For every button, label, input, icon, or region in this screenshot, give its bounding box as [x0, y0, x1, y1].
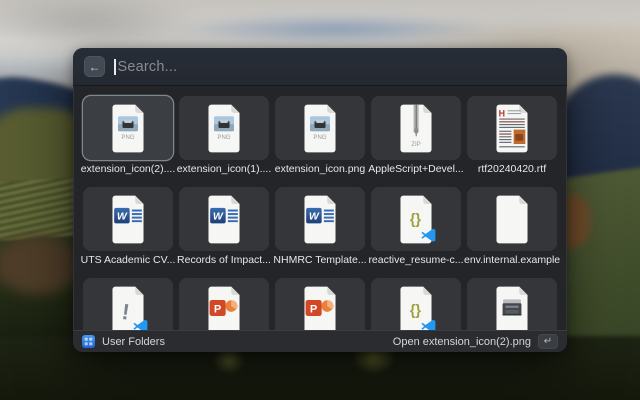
png-file-icon — [108, 103, 148, 154]
png-file-icon — [204, 103, 244, 154]
return-glyph: ↵ — [544, 337, 552, 347]
rtf-file-icon — [492, 103, 532, 154]
file-item[interactable] — [83, 278, 173, 330]
plain-file-icon — [492, 194, 532, 245]
word-file-icon — [300, 194, 340, 245]
alert-code-file-icon — [108, 285, 148, 331]
file-item[interactable] — [179, 278, 269, 330]
file-name: UTS Academic CV... — [80, 254, 176, 267]
primary-action[interactable]: Open extension_icon(2).png ↵ — [393, 334, 558, 349]
file-tile[interactable] — [467, 187, 557, 251]
file-tile[interactable] — [179, 96, 269, 160]
file-name: rtf20240420.rtf — [464, 163, 560, 176]
file-tile[interactable] — [371, 187, 461, 251]
file-name: AppleScript+Devel... — [368, 163, 464, 176]
file-item[interactable]: extension_icon(2).... — [83, 96, 173, 176]
file-tile[interactable] — [83, 96, 173, 160]
file-name: extension_icon(2).... — [80, 163, 176, 176]
file-item[interactable]: extension_icon.png — [275, 96, 365, 176]
file-tile[interactable] — [275, 187, 365, 251]
file-tile[interactable] — [275, 278, 365, 330]
png-file-icon — [300, 103, 340, 154]
file-tile[interactable] — [179, 187, 269, 251]
wallpaper-brown-patch — [0, 236, 82, 294]
file-item[interactable]: UTS Academic CV... — [83, 187, 173, 267]
status-bar: User Folders Open extension_icon(2).png … — [73, 330, 567, 352]
primary-action-label: Open extension_icon(2).png — [393, 336, 531, 348]
arrow-left-icon: ← — [89, 61, 101, 73]
file-item[interactable] — [275, 278, 365, 330]
word-file-icon — [108, 194, 148, 245]
file-tile[interactable] — [371, 96, 461, 160]
file-name: reactive_resume-c... — [368, 254, 464, 267]
json-code-file-icon — [396, 285, 436, 331]
file-item[interactable]: reactive_resume-c... — [371, 187, 461, 267]
file-name: NHMRC Template... — [272, 254, 368, 267]
source-label: User Folders — [102, 336, 165, 348]
file-item[interactable]: extension_icon(1).... — [179, 96, 269, 176]
text-cursor — [114, 59, 116, 75]
file-tile[interactable] — [275, 96, 365, 160]
file-name: extension_icon.png — [272, 163, 368, 176]
file-tile[interactable] — [83, 187, 173, 251]
json-code-file-icon — [396, 194, 436, 245]
file-tile[interactable] — [371, 278, 461, 330]
search-bar[interactable]: ← Search... — [73, 48, 567, 86]
file-item[interactable]: env.internal.example — [467, 187, 557, 267]
user-folders-icon — [82, 335, 95, 348]
word-file-icon — [204, 194, 244, 245]
file-tile[interactable] — [83, 278, 173, 330]
search-input[interactable]: Search... — [118, 59, 178, 75]
screen: ← Search... extension_icon(2).... extens… — [0, 0, 640, 400]
launcher-window: ← Search... extension_icon(2).... extens… — [73, 48, 567, 352]
file-grid: extension_icon(2).... extension_icon(1).… — [73, 86, 567, 330]
zip-file-icon — [396, 103, 436, 154]
printer-file-icon — [492, 285, 532, 331]
back-button[interactable]: ← — [84, 56, 105, 77]
file-item[interactable] — [467, 278, 557, 330]
ppt-file-icon — [300, 285, 340, 331]
file-name: env.internal.example — [464, 254, 560, 267]
file-name: Records of Impact... — [176, 254, 272, 267]
file-item[interactable]: rtf20240420.rtf — [467, 96, 557, 176]
file-item[interactable]: NHMRC Template... — [275, 187, 365, 267]
return-key-icon: ↵ — [538, 334, 558, 349]
file-name: extension_icon(1).... — [176, 163, 272, 176]
ppt-file-icon — [204, 285, 244, 331]
source-indicator[interactable]: User Folders — [82, 335, 393, 348]
file-tile[interactable] — [179, 278, 269, 330]
file-item[interactable]: Records of Impact... — [179, 187, 269, 267]
file-item[interactable]: AppleScript+Devel... — [371, 96, 461, 176]
file-tile[interactable] — [467, 96, 557, 160]
file-tile[interactable] — [467, 278, 557, 330]
file-item[interactable] — [371, 278, 461, 330]
